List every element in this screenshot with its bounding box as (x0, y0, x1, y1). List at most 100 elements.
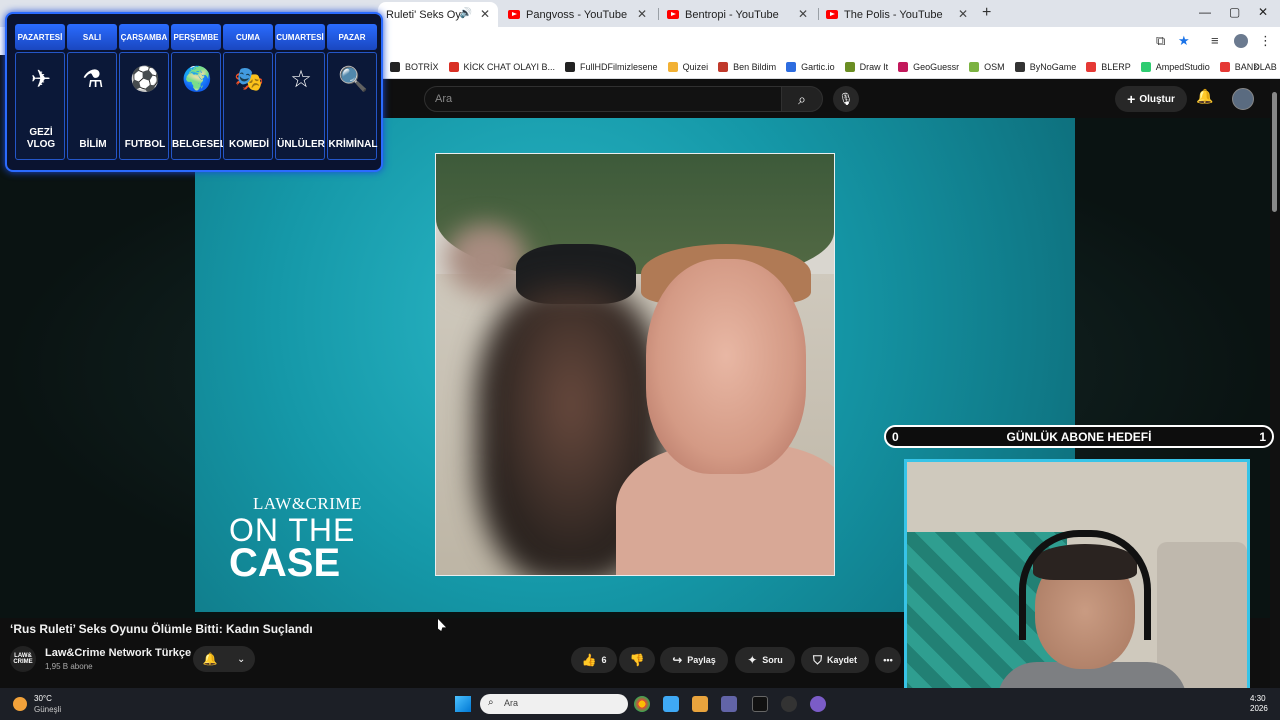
bookmark-favicon-icon (786, 61, 797, 72)
bookmark-star-icon[interactable]: ★ (1178, 33, 1190, 49)
ask-label: Soru (762, 655, 783, 665)
schedule-day-card: 🎭 KOMEDİ (223, 52, 273, 160)
plus-icon: + (1127, 91, 1136, 107)
schedule-category-icon: ✈ (30, 66, 52, 93)
streaming-app-icon[interactable] (810, 696, 826, 712)
more-actions-button[interactable]: ••• (875, 647, 901, 673)
schedule-day-card: ⚗ BİLİM (67, 52, 117, 160)
bookmark-label: ByNoGame (1029, 61, 1077, 72)
bookmark-item[interactable]: OSM (969, 61, 1005, 72)
close-tab-icon[interactable]: ✕ (798, 7, 808, 21)
obs-icon[interactable] (781, 696, 797, 712)
microphone-icon: 🎙 (838, 92, 854, 106)
bookmark-label: Draw It (859, 61, 889, 72)
maximize-button[interactable]: ▢ (1229, 5, 1240, 19)
profile-avatar[interactable] (1234, 34, 1248, 48)
bookmark-favicon-icon (1140, 61, 1151, 72)
minimize-button[interactable]: — (1199, 5, 1211, 19)
close-tab-icon[interactable]: ✕ (480, 7, 490, 21)
schedule-category-label: GEZİ VLOG (26, 127, 56, 150)
mouse-cursor (438, 619, 446, 631)
search-icon: ⌕ (488, 697, 494, 708)
schedule-category-icon: 🔍 (338, 66, 368, 93)
schedule-category-label: KRİMİNAL (328, 139, 378, 150)
ask-button[interactable]: ✦ Soru (735, 647, 795, 673)
schedule-category-label: KOMEDİ (229, 139, 269, 150)
sun-icon[interactable] (13, 697, 27, 711)
like-count: 6 (601, 655, 607, 665)
bookmark-favicon-icon (390, 61, 400, 72)
page-scrollbar[interactable] (1270, 80, 1280, 690)
like-button[interactable]: 👍 6 (571, 647, 617, 673)
scrollbar-thumb[interactable] (1272, 92, 1277, 212)
schedule-day-header: CUMA (223, 24, 273, 50)
schedule-category-icon: ☆ (290, 66, 312, 93)
save-label: Kaydet (827, 655, 858, 665)
bookmark-item[interactable]: Ben Bildim (718, 61, 776, 72)
share-button[interactable]: ↪ Paylaş (660, 647, 728, 673)
schedule-category-label: FUTBOL (124, 139, 166, 150)
install-app-icon[interactable]: ⧉ (1156, 33, 1165, 49)
search-button[interactable]: ⌕ (781, 86, 823, 112)
browser-menu-icon[interactable]: ⋮ (1259, 33, 1272, 49)
bookmarks-more-button[interactable]: » (1253, 59, 1260, 73)
bookmark-item[interactable]: GeoGuessr (898, 61, 960, 72)
account-avatar[interactable] (1232, 88, 1254, 110)
bookmark-item[interactable]: AmpedStudio (1140, 61, 1210, 72)
bookmark-item[interactable]: Quizei (667, 61, 708, 72)
bookmark-item[interactable]: ByNoGame (1014, 61, 1077, 72)
search-input[interactable]: Ara (424, 86, 782, 112)
tab-bentropi[interactable]: Bentropi - YouTube ✕ (659, 2, 816, 27)
windows-start-icon[interactable] (455, 696, 471, 712)
new-tab-button[interactable]: + (982, 4, 991, 22)
speaker-icon[interactable]: 🔊 (460, 8, 472, 19)
tab-title: Bentropi - YouTube (685, 8, 779, 21)
channel-avatar[interactable]: LAW& CRIME (10, 646, 36, 672)
media-control-icon[interactable]: ≡ (1211, 33, 1219, 48)
save-button[interactable]: ⛉ Kaydet (801, 647, 869, 673)
weather-condition[interactable]: Güneşli (34, 705, 61, 714)
webcam-overlay (904, 459, 1250, 717)
subscriber-goal-bar: 0 GÜNLÜK ABONE HEDEFİ 1 (884, 425, 1274, 448)
weather-temperature[interactable]: 30°C (34, 694, 52, 703)
epic-games-icon[interactable] (752, 696, 768, 712)
schedule-category-label: ÜNLÜLER (277, 139, 325, 150)
file-explorer-icon[interactable] (692, 696, 708, 712)
schedule-category-icon: ⚽ (130, 66, 160, 93)
video-title: ‘Rus Ruleti’ Seks Oyunu Ölümle Bitti: Ka… (10, 622, 313, 636)
tab-pangvoss[interactable]: Pangvoss - YouTube ✕ (500, 2, 655, 27)
tab-active[interactable]: Ruleti' Seks Oyunu Öl 🔊 ✕ (378, 2, 498, 27)
bookmark-favicon-icon (565, 61, 576, 72)
chrome-icon[interactable] (634, 696, 650, 712)
dislike-button[interactable]: 👎 (619, 647, 655, 673)
bookmark-item[interactable]: KİCK CHAT OLAYI B... (448, 61, 555, 72)
bookmark-item[interactable]: FullHDFilmizlesene (565, 61, 658, 72)
share-icon: ↪ (672, 653, 683, 667)
clock-time: 4:30 (1250, 694, 1266, 703)
bookmark-favicon-icon (1219, 61, 1230, 72)
photos-app-icon[interactable] (663, 696, 679, 712)
tab-the-polis[interactable]: The Polis - YouTube ✕ (818, 2, 976, 27)
goal-target: 1 (1259, 430, 1266, 444)
bookmark-item[interactable]: BLERP (1086, 61, 1131, 72)
teams-icon[interactable] (721, 696, 737, 712)
subscribed-button[interactable]: 🔔 ⌄ (193, 646, 255, 672)
create-button[interactable]: + Oluştur (1115, 86, 1187, 112)
bookmark-item[interactable]: Draw It (844, 61, 889, 72)
bookmark-label: GeoGuessr (913, 61, 960, 72)
bookmark-item[interactable]: BANDLAB (1219, 61, 1277, 72)
close-tab-icon[interactable]: ✕ (637, 7, 647, 21)
bookmark-item[interactable]: Gartic.io (786, 61, 835, 72)
bookmark-favicon-icon (448, 61, 459, 72)
stream-schedule-overlay: PAZARTESİ ✈ GEZİ VLOG SALI ⚗ BİLİM ÇARŞAMBA ⚽ FU… (5, 12, 383, 172)
close-window-button[interactable]: ✕ (1258, 5, 1268, 19)
system-clock[interactable]: 4:30 2026 (1250, 694, 1268, 714)
notifications-bell-icon[interactable]: 🔔 (1196, 88, 1213, 105)
close-tab-icon[interactable]: ✕ (958, 7, 968, 21)
taskbar-search-input[interactable]: ⌕ Ara (480, 694, 628, 714)
bookmark-item[interactable]: BOTRİX (390, 61, 439, 72)
headset-icon (1019, 530, 1151, 640)
voice-search-button[interactable]: 🎙 (833, 86, 859, 112)
bookmark-label: OSM (984, 61, 1005, 72)
channel-name[interactable]: Law&Crime Network Türkçe (45, 647, 191, 659)
